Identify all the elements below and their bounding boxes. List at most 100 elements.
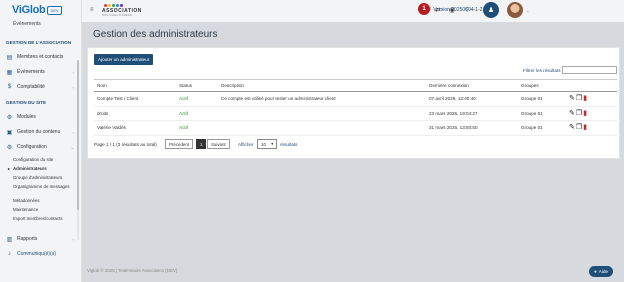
row-actions: ✎ ❐ ▮ xyxy=(569,95,617,102)
cell-actions: ✎ ❐ ▮ xyxy=(566,120,617,136)
help-icon: ● xyxy=(594,269,597,274)
sidebar-item-modules[interactable]: ⚙ Modules xyxy=(6,112,78,122)
sidebar-scrollbar-thumb[interactable] xyxy=(77,60,79,210)
user-account-icon[interactable]: ♟ xyxy=(483,2,499,18)
section-site-heading: GESTION DU SITE xyxy=(6,100,47,105)
topbar: ≡ ASSOCIATION NOS VOIES D'AVENIR ↺ Versi… xyxy=(82,0,624,22)
chevron-left-icon: ‹ xyxy=(72,69,74,75)
sidebar-item-accounting[interactable]: $ Comptabilité ‹ xyxy=(6,82,78,92)
sidebar-subitem-metadata[interactable]: Métadonnées xyxy=(13,198,79,203)
cell-status: Actif xyxy=(176,91,218,107)
trash-icon[interactable]: ▮ xyxy=(583,124,587,131)
sidebar-item-label: Communiqu(é)(s) xyxy=(17,251,56,257)
add-administrator-button[interactable]: Ajouter un administrateur xyxy=(94,54,154,65)
table-row[interactable]: droits Actif 23 mars 2026, 19:04:27 Grou… xyxy=(94,106,617,121)
edit-icon[interactable]: ✎ xyxy=(569,95,575,102)
cell-group: Groupe 01 xyxy=(518,120,566,136)
sidebar-item-label: Membres et contacts xyxy=(17,54,64,60)
table-row[interactable]: Valérie Valdès Actif 31 mars 2026, 13:50… xyxy=(94,120,617,136)
eye-icon[interactable]: ◉ xyxy=(446,4,458,16)
moon-icon[interactable]: ☾ xyxy=(462,4,474,16)
calendar-icon: ▦ xyxy=(6,69,13,76)
sidebar-item-communique[interactable]: ♪ Communiqu(é)(s) xyxy=(6,249,78,259)
sidebar-subitem-import[interactable]: Import membres/contacts xyxy=(13,216,79,221)
copy-icon[interactable]: ❐ xyxy=(576,110,582,117)
sidebar-subitem-admin-groups[interactable]: Groupe d'administrateurs xyxy=(13,175,79,180)
table-header-row: Nom Status Description Dernière connexio… xyxy=(94,79,617,92)
column-header-name[interactable]: Nom xyxy=(94,79,176,92)
help-button[interactable]: ● Aide xyxy=(589,266,613,277)
cell-description: Ce compte est utilisé pour tester un adm… xyxy=(218,91,426,107)
edit-icon[interactable]: ✎ xyxy=(569,110,575,117)
sidebar-item-label: Comptabilité xyxy=(17,84,45,90)
copy-icon[interactable]: ❐ xyxy=(576,124,582,131)
sidebar-subitem-administrators[interactable]: Administrateurs xyxy=(8,166,79,171)
column-header-status[interactable]: Status xyxy=(176,79,218,92)
cell-group: Groupe 01 xyxy=(518,106,566,121)
previous-page-button[interactable]: Précédent xyxy=(165,139,194,149)
logo-dot xyxy=(116,4,119,7)
footer-text: Viglob © 2025 | Testmmaire Association (… xyxy=(87,268,178,273)
association-tagline: NOS VOIES D'AVENIR xyxy=(102,14,133,17)
logo-dot xyxy=(108,4,111,7)
avatar[interactable] xyxy=(507,2,523,18)
page-size-select[interactable]: 10 ▼ xyxy=(257,139,277,149)
chart-icon: ▥ xyxy=(6,236,13,243)
chevron-left-icon: ‹ xyxy=(72,129,74,135)
chevron-down-icon[interactable]: ⌄ xyxy=(526,8,529,13)
sidebar-item-content[interactable]: ▣ Gestion du contenu ‹ xyxy=(6,127,78,137)
users-icon: ▤ xyxy=(6,54,13,61)
notification-badge[interactable]: 1 xyxy=(418,3,430,15)
sidebar-item-label: Gestion du contenu xyxy=(17,129,61,135)
chevron-left-icon: ‹ xyxy=(72,236,74,242)
sidebar-item-configuration[interactable]: ⚙ Configuration ⌄ xyxy=(6,142,78,152)
chevron-down-icon: ⌄ xyxy=(70,144,74,150)
sidebar-subitem-message-org[interactable]: Organigramme de messages xyxy=(13,184,79,189)
page-size-value: 10 xyxy=(261,141,266,147)
sidebar-item-label: Modules xyxy=(17,114,36,120)
next-page-button[interactable]: Suivant xyxy=(207,139,230,149)
admin-list-card: Ajouter un administrateur Filtrer les ré… xyxy=(87,47,620,159)
page-size-label: Afficher xyxy=(238,142,254,147)
column-header-groups[interactable]: Groupes xyxy=(518,79,566,92)
table-row[interactable]: Compte Test / Client Actif Ce compte est… xyxy=(94,91,617,107)
column-header-description[interactable]: Description xyxy=(218,79,426,92)
column-header-last-login[interactable]: Dernière connexion xyxy=(426,79,518,92)
column-header-actions xyxy=(566,79,617,92)
trash-icon[interactable]: ▮ xyxy=(583,110,587,117)
sidebar-link-events[interactable]: Événements xyxy=(13,21,41,27)
cell-group: Groupe 01 xyxy=(518,91,566,107)
app-logo[interactable]: ViGlob DEV xyxy=(12,4,62,16)
administrators-table: Nom Status Description Dernière connexio… xyxy=(94,79,617,136)
sidebar-item-members[interactable]: ▤ Membres et contacts xyxy=(6,52,78,62)
trash-icon[interactable]: ▮ xyxy=(583,95,587,102)
pagination-info: Page 1 / 1 (3 résultats au total) xyxy=(94,142,157,147)
env-badge: DEV xyxy=(47,5,62,15)
filter-input[interactable] xyxy=(562,66,617,74)
cell-last-login: 23 mars 2026, 19:04:27 xyxy=(426,106,518,121)
row-actions: ✎ ❐ ▮ xyxy=(569,124,617,131)
cell-description xyxy=(218,120,426,136)
sidebar-item-reports[interactable]: ▥ Rapports ‹ xyxy=(6,234,78,244)
page-title: Gestion des administrateurs xyxy=(93,29,218,40)
cell-status: Actif xyxy=(176,120,218,136)
cell-last-login: 31 mars 2026, 13:50:50 xyxy=(426,120,518,136)
row-actions: ✎ ❐ ▮ xyxy=(569,110,617,117)
sidebar: ViGlob DEV Événements GESTION DE L'ASSOC… xyxy=(0,0,82,282)
logo-text: ViGlob xyxy=(12,4,46,16)
cell-actions: ✎ ❐ ▮ xyxy=(566,91,617,107)
copy-icon[interactable]: ❐ xyxy=(576,95,582,102)
help-label: Aide xyxy=(598,269,608,274)
sidebar-subitem-site-config[interactable]: Configuration du site xyxy=(13,157,79,162)
bell-icon: ♪ xyxy=(8,251,11,257)
switch-icon[interactable]: ⇄ xyxy=(432,4,444,16)
sidebar-item-events[interactable]: ▦ Événements ‹ xyxy=(6,67,78,77)
edit-icon[interactable]: ✎ xyxy=(569,124,575,131)
association-logo: ASSOCIATION NOS VOIES D'AVENIR xyxy=(102,4,148,18)
cell-name: Valérie Valdès xyxy=(94,120,176,136)
current-page-button[interactable]: 1 xyxy=(196,139,207,149)
modules-icon: ⚙ xyxy=(6,114,13,121)
menu-toggle-icon[interactable]: ≡ xyxy=(90,7,94,13)
sidebar-subitem-maintenance[interactable]: Maintenance xyxy=(13,207,79,212)
cell-description xyxy=(218,106,426,121)
